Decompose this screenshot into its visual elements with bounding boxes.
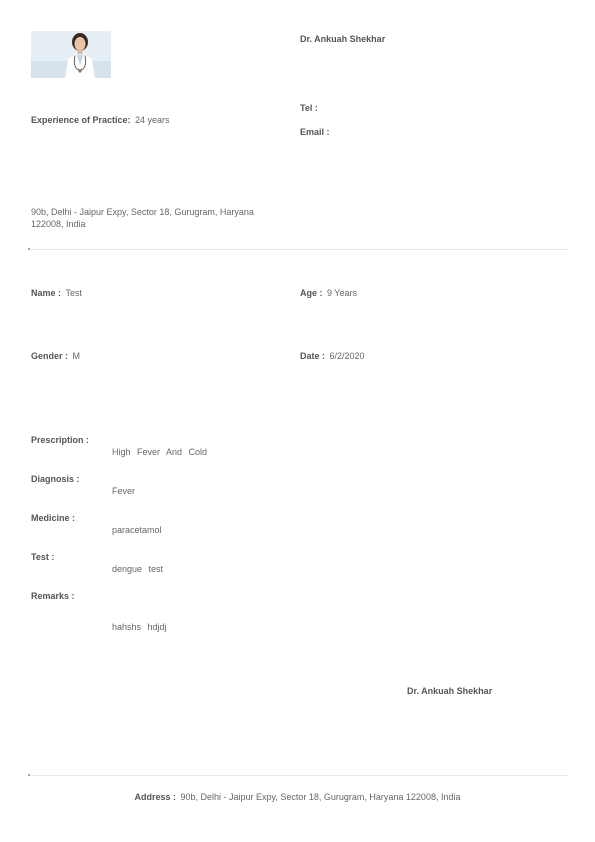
patient-gender-row: Gender : M	[31, 346, 80, 364]
signature-doctor-name: Dr. Ankuah Shekhar	[407, 686, 493, 696]
prescription-value: High Fever And Cold	[112, 447, 208, 457]
clinic-address: 90b, Delhi - Jaipur Expy, Sector 18, Gur…	[31, 206, 301, 230]
patient-name-label: Name :	[31, 288, 62, 298]
patient-age-label: Age :	[300, 288, 323, 298]
diagnosis-value: Fever	[112, 486, 136, 496]
test-value: dengue test	[112, 564, 164, 574]
experience-label: Experience of Practice:	[31, 115, 131, 125]
experience-value: 24 years	[135, 115, 170, 125]
visit-date-row: Date : 6/2/2020	[300, 346, 365, 364]
doctor-portrait-image	[31, 31, 111, 78]
header-doctor-name: Dr. Ankuah Shekhar	[300, 34, 386, 44]
email-label: Email :	[300, 127, 330, 137]
email-row: Email :	[300, 122, 330, 140]
prescription-page: { "header": { "doctor_name": "Dr. Ankuah…	[0, 0, 595, 842]
tel-row: Tel :	[300, 98, 318, 116]
patient-gender-value: M	[72, 351, 80, 361]
clinic-address-line2: 122008, India	[31, 219, 86, 229]
experience-row: Experience of Practice: 24 years	[31, 110, 170, 128]
footer-address-value: 90b, Delhi - Jaipur Expy, Sector 18, Gur…	[180, 792, 461, 802]
patient-name-value: Test	[65, 288, 82, 298]
visit-date-label: Date :	[300, 351, 326, 361]
header-divider	[28, 249, 568, 250]
diagnosis-label: Diagnosis :	[31, 474, 80, 484]
doctor-photo	[31, 31, 111, 78]
footer-divider-dot	[28, 774, 30, 776]
test-label: Test :	[31, 552, 55, 562]
patient-gender-label: Gender :	[31, 351, 69, 361]
header-divider-dot	[28, 248, 30, 250]
visit-date-value: 6/2/2020	[329, 351, 365, 361]
footer-divider	[28, 775, 568, 776]
patient-name-row: Name : Test	[31, 283, 82, 301]
footer-address: Address : 90b, Delhi - Jaipur Expy, Sect…	[0, 787, 595, 805]
remarks-value: hahshs hdjdj	[112, 622, 167, 632]
medicine-label: Medicine :	[31, 513, 76, 523]
clinic-address-line1: 90b, Delhi - Jaipur Expy, Sector 18, Gur…	[31, 207, 254, 217]
remarks-label: Remarks :	[31, 591, 75, 601]
footer-address-label: Address :	[134, 792, 177, 802]
prescription-label: Prescription :	[31, 435, 90, 445]
patient-age-value: 9 Years	[326, 288, 357, 298]
tel-label: Tel :	[300, 103, 318, 113]
patient-age-row: Age : 9 Years	[300, 283, 357, 301]
medicine-value: paracetamol	[112, 525, 162, 535]
